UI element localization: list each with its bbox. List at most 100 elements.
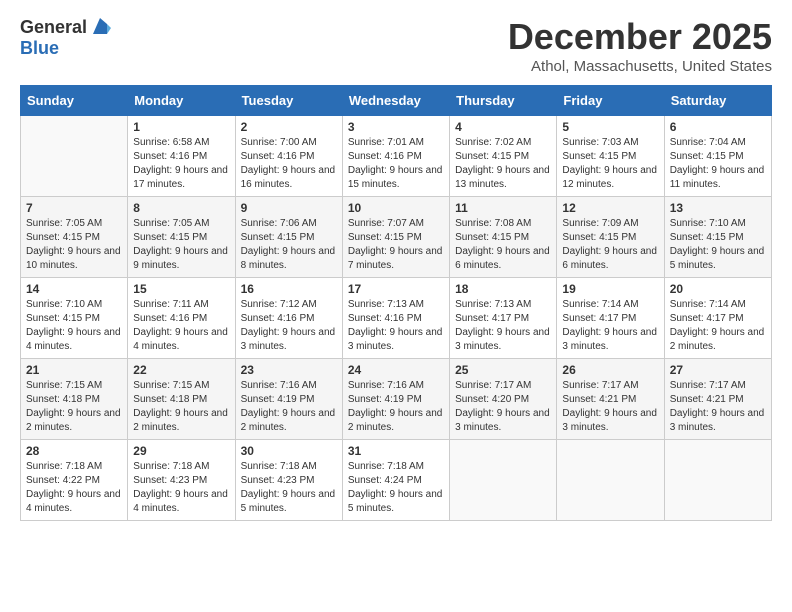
day-number: 20: [670, 282, 766, 296]
cell-info: Sunrise: 7:04 AMSunset: 4:15 PMDaylight:…: [670, 136, 766, 192]
page-header: General Blue December 2025 Athol, Massac…: [20, 16, 772, 75]
calendar-cell: 28Sunrise: 7:18 AMSunset: 4:22 PMDayligh…: [21, 440, 128, 521]
calendar-week-row: 7 Sunrise: 7:05 AMSunset: 4:15 PMDaylight…: [21, 197, 772, 278]
calendar-cell: 30Sunrise: 7:18 AMSunset: 4:23 PMDayligh…: [235, 440, 342, 521]
header-friday: Friday: [557, 86, 664, 116]
day-number: 8: [133, 201, 229, 215]
calendar-cell: 4 Sunrise: 7:02 AMSunset: 4:15 PMDaylight…: [450, 116, 557, 197]
cell-info: Sunrise: 7:15 AMSunset: 4:18 PMDaylight:…: [26, 379, 122, 435]
calendar-table: SundayMondayTuesdayWednesdayThursdayFrid…: [20, 85, 772, 521]
calendar-week-row: 1Sunrise: 6:58 AMSunset: 4:16 PMDaylight…: [21, 116, 772, 197]
cell-info: Sunrise: 7:05 AMSunset: 4:15 PMDaylight:…: [26, 217, 122, 273]
calendar-cell: 29 Sunrise: 7:18 AMSunset: 4:23 PMDayligh…: [128, 440, 235, 521]
calendar-cell: 21 Sunrise: 7:15 AMSunset: 4:18 PMDayligh…: [21, 359, 128, 440]
calendar-cell: 8Sunrise: 7:05 AMSunset: 4:15 PMDaylight…: [128, 197, 235, 278]
day-number: 11: [455, 201, 551, 215]
day-number: 6: [670, 120, 766, 134]
calendar-cell: 7 Sunrise: 7:05 AMSunset: 4:15 PMDaylight…: [21, 197, 128, 278]
calendar-cell: 17 Sunrise: 7:13 AMSunset: 4:16 PMDayligh…: [342, 278, 449, 359]
header-thursday: Thursday: [450, 86, 557, 116]
calendar-cell: 23 Sunrise: 7:16 AMSunset: 4:19 PMDayligh…: [235, 359, 342, 440]
day-number: 17: [348, 282, 444, 296]
calendar-cell: 12Sunrise: 7:09 AMSunset: 4:15 PMDayligh…: [557, 197, 664, 278]
calendar-cell: 31 Sunrise: 7:18 AMSunset: 4:24 PMDayligh…: [342, 440, 449, 521]
calendar-cell: [450, 440, 557, 521]
header-wednesday: Wednesday: [342, 86, 449, 116]
cell-info: Sunrise: 7:12 AMSunset: 4:16 PMDaylight:…: [241, 298, 337, 354]
cell-info: Sunrise: 7:07 AMSunset: 4:15 PMDaylight:…: [348, 217, 444, 273]
cell-info: Sunrise: 7:16 AMSunset: 4:19 PMDaylight:…: [241, 379, 337, 435]
cell-info: Sunrise: 6:58 AMSunset: 4:16 PMDaylight:…: [133, 136, 229, 192]
cell-info: Sunrise: 7:18 AMSunset: 4:23 PMDaylight:…: [241, 460, 337, 516]
calendar-cell: 14 Sunrise: 7:10 AMSunset: 4:15 PMDayligh…: [21, 278, 128, 359]
calendar-week-row: 21 Sunrise: 7:15 AMSunset: 4:18 PMDayligh…: [21, 359, 772, 440]
cell-info: Sunrise: 7:08 AMSunset: 4:15 PMDaylight:…: [455, 217, 551, 273]
day-number: 31: [348, 444, 444, 458]
cell-info: Sunrise: 7:09 AMSunset: 4:15 PMDaylight:…: [562, 217, 658, 273]
cell-info: Sunrise: 7:17 AMSunset: 4:21 PMDaylight:…: [562, 379, 658, 435]
header-saturday: Saturday: [664, 86, 771, 116]
calendar-cell: [664, 440, 771, 521]
day-number: 9: [241, 201, 337, 215]
logo-general-text: General: [20, 17, 87, 38]
day-number: 22: [133, 363, 229, 377]
calendar-cell: 10Sunrise: 7:07 AMSunset: 4:15 PMDayligh…: [342, 197, 449, 278]
calendar-header-row: SundayMondayTuesdayWednesdayThursdayFrid…: [21, 86, 772, 116]
cell-info: Sunrise: 7:06 AMSunset: 4:15 PMDaylight:…: [241, 217, 337, 273]
calendar-cell: 26 Sunrise: 7:17 AMSunset: 4:21 PMDayligh…: [557, 359, 664, 440]
cell-info: Sunrise: 7:18 AMSunset: 4:23 PMDaylight:…: [133, 460, 229, 516]
calendar-cell: 18Sunrise: 7:13 AMSunset: 4:17 PMDayligh…: [450, 278, 557, 359]
calendar-cell: 16 Sunrise: 7:12 AMSunset: 4:16 PMDayligh…: [235, 278, 342, 359]
calendar-cell: 13Sunrise: 7:10 AMSunset: 4:15 PMDayligh…: [664, 197, 771, 278]
calendar-cell: 27 Sunrise: 7:17 AMSunset: 4:21 PMDayligh…: [664, 359, 771, 440]
cell-info: Sunrise: 7:18 AMSunset: 4:24 PMDaylight:…: [348, 460, 444, 516]
calendar-cell: 22 Sunrise: 7:15 AMSunset: 4:18 PMDayligh…: [128, 359, 235, 440]
calendar-cell: 24Sunrise: 7:16 AMSunset: 4:19 PMDayligh…: [342, 359, 449, 440]
day-number: 4: [455, 120, 551, 134]
calendar-cell: 9 Sunrise: 7:06 AMSunset: 4:15 PMDaylight…: [235, 197, 342, 278]
day-number: 23: [241, 363, 337, 377]
day-number: 25: [455, 363, 551, 377]
cell-info: Sunrise: 7:17 AMSunset: 4:20 PMDaylight:…: [455, 379, 551, 435]
cell-info: Sunrise: 7:18 AMSunset: 4:22 PMDaylight:…: [26, 460, 122, 516]
day-number: 16: [241, 282, 337, 296]
calendar-cell: 5Sunrise: 7:03 AMSunset: 4:15 PMDaylight…: [557, 116, 664, 197]
location-text: Athol, Massachusetts, United States: [508, 58, 772, 75]
cell-info: Sunrise: 7:15 AMSunset: 4:18 PMDaylight:…: [133, 379, 229, 435]
calendar-cell: [557, 440, 664, 521]
day-number: 21: [26, 363, 122, 377]
day-number: 26: [562, 363, 658, 377]
day-number: 19: [562, 282, 658, 296]
cell-info: Sunrise: 7:10 AMSunset: 4:15 PMDaylight:…: [26, 298, 122, 354]
cell-info: Sunrise: 7:02 AMSunset: 4:15 PMDaylight:…: [455, 136, 551, 192]
day-number: 5: [562, 120, 658, 134]
day-number: 7: [26, 201, 122, 215]
calendar-cell: [21, 116, 128, 197]
header-sunday: Sunday: [21, 86, 128, 116]
day-number: 24: [348, 363, 444, 377]
header-tuesday: Tuesday: [235, 86, 342, 116]
day-number: 13: [670, 201, 766, 215]
cell-info: Sunrise: 7:17 AMSunset: 4:21 PMDaylight:…: [670, 379, 766, 435]
header-monday: Monday: [128, 86, 235, 116]
cell-info: Sunrise: 7:11 AMSunset: 4:16 PMDaylight:…: [133, 298, 229, 354]
calendar-cell: 6 Sunrise: 7:04 AMSunset: 4:15 PMDaylight…: [664, 116, 771, 197]
cell-info: Sunrise: 7:01 AMSunset: 4:16 PMDaylight:…: [348, 136, 444, 192]
day-number: 15: [133, 282, 229, 296]
day-number: 27: [670, 363, 766, 377]
calendar-cell: 11 Sunrise: 7:08 AMSunset: 4:15 PMDayligh…: [450, 197, 557, 278]
cell-info: Sunrise: 7:13 AMSunset: 4:17 PMDaylight:…: [455, 298, 551, 354]
cell-info: Sunrise: 7:13 AMSunset: 4:16 PMDaylight:…: [348, 298, 444, 354]
calendar-cell: 15 Sunrise: 7:11 AMSunset: 4:16 PMDayligh…: [128, 278, 235, 359]
day-number: 2: [241, 120, 337, 134]
calendar-cell: 25 Sunrise: 7:17 AMSunset: 4:20 PMDayligh…: [450, 359, 557, 440]
calendar-week-row: 28Sunrise: 7:18 AMSunset: 4:22 PMDayligh…: [21, 440, 772, 521]
cell-info: Sunrise: 7:00 AMSunset: 4:16 PMDaylight:…: [241, 136, 337, 192]
calendar-cell: 20Sunrise: 7:14 AMSunset: 4:17 PMDayligh…: [664, 278, 771, 359]
day-number: 14: [26, 282, 122, 296]
calendar-cell: 1Sunrise: 6:58 AMSunset: 4:16 PMDaylight…: [128, 116, 235, 197]
calendar-cell: 3Sunrise: 7:01 AMSunset: 4:16 PMDaylight…: [342, 116, 449, 197]
title-block: December 2025 Athol, Massachusetts, Unit…: [508, 16, 772, 75]
logo-blue-text: Blue: [20, 38, 59, 58]
day-number: 29: [133, 444, 229, 458]
